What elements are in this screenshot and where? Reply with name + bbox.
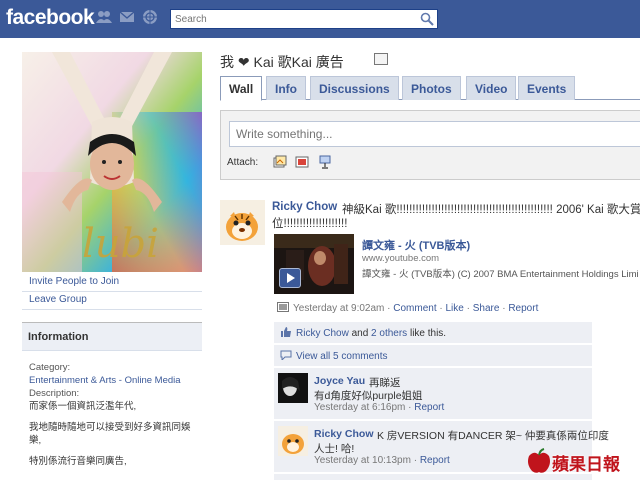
group-profile-picture[interactable]: lubi: [22, 52, 202, 272]
divider: [22, 309, 202, 310]
video-thumbnail[interactable]: [274, 234, 354, 294]
report-link[interactable]: Report: [508, 303, 538, 314]
comment-report-link[interactable]: Report: [414, 402, 444, 413]
comment-author-link[interactable]: Ricky Chow: [314, 428, 374, 440]
tab-video[interactable]: Video: [466, 76, 517, 100]
video-title-link[interactable]: 譚文雍 - 火 (TVB版本): [362, 237, 470, 253]
wall-composer: Attach:: [220, 110, 640, 180]
author-avatar[interactable]: [220, 200, 265, 245]
page-title: 我 ❤ Kai 歌Kai 廣告: [220, 54, 344, 70]
comment-text: 有d角度好似purple姐姐: [314, 390, 423, 402]
video-description: 譚文雍 - 火 (TVB版本) (C) 2007 BMA Entertainme…: [362, 269, 639, 280]
tab-photos[interactable]: Photos: [402, 76, 461, 100]
description-text: 我地隨時隨地可以接受到好多資訊同娛樂,: [29, 422, 191, 446]
comment-report-link[interactable]: Report: [420, 455, 450, 466]
apple-logo-icon: [528, 448, 550, 473]
leave-group-link[interactable]: Leave Group: [29, 294, 87, 305]
facebook-logo[interactable]: facebook: [6, 6, 95, 30]
comment-text: 人士! 哈!: [314, 443, 355, 455]
search-box: [170, 9, 438, 29]
divider: [22, 291, 202, 292]
view-all-comments-link[interactable]: View all 5 comments: [296, 351, 388, 362]
top-icons: [96, 9, 158, 25]
messages-icon[interactable]: [119, 9, 135, 25]
story-author-link[interactable]: Ricky Chow: [272, 201, 337, 213]
search-icon[interactable]: [420, 12, 434, 26]
like-link[interactable]: Like: [446, 303, 464, 314]
story-timestamp[interactable]: Yesterday at 9:02am: [293, 303, 384, 314]
story-meta: Yesterday at 9:02am · Comment · Like · S…: [277, 302, 538, 314]
category-value-link[interactable]: Entertainment & Arts - Online Media: [29, 374, 195, 387]
thumbs-up-icon: [281, 327, 291, 337]
category-label: Category:: [29, 362, 71, 373]
view-all-comments[interactable]: View all 5 comments: [274, 345, 592, 367]
tab-wall[interactable]: Wall: [220, 76, 263, 101]
attach-video-icon[interactable]: [295, 155, 309, 169]
description-text: 而家係一個資訊泛濫年代,: [29, 401, 137, 412]
video-domain: www.youtube.com: [362, 253, 440, 264]
svg-text:lubi: lubi: [82, 221, 159, 267]
page-type-icon: [374, 53, 388, 65]
video-type-icon: [277, 302, 289, 312]
story-text: 位!!!!!!!!!!!!!!!!!!!!: [272, 218, 348, 230]
attach-label: Attach:: [227, 157, 259, 168]
attach-link-icon[interactable]: [318, 155, 332, 169]
description-text: 特別係流行音樂同廣告,: [29, 456, 127, 467]
play-button[interactable]: [279, 268, 301, 288]
search-input[interactable]: [171, 10, 416, 28]
comment-text: K 房VERSION 有DANCER 架~ 仲要真係兩位印度: [377, 430, 609, 442]
commenter-avatar[interactable]: [278, 373, 308, 403]
tab-info[interactable]: Info: [266, 76, 306, 100]
share-link[interactable]: Share: [473, 303, 500, 314]
watermark-text: 蘋果日報: [552, 455, 620, 474]
others-link[interactable]: 2 others: [371, 328, 407, 339]
comment-timestamp: Yesterday at 10:13pm: [314, 455, 411, 466]
top-navigation-bar: facebook: [0, 0, 640, 38]
tab-discussions[interactable]: Discussions: [310, 76, 399, 100]
newspaper-watermark: 蘋果日報: [524, 446, 636, 476]
comment-link[interactable]: Comment: [393, 303, 436, 314]
comment-timestamp: Yesterday at 6:16pm: [314, 402, 406, 413]
information-heading: Information: [22, 323, 202, 351]
tab-bar: Wall Info Discussions Photos Video Event…: [220, 76, 640, 101]
story-text: 神級Kai 歌!!!!!!!!!!!!!!!!!!!!!!!!!!!!!!!!!…: [342, 204, 640, 216]
liker-link[interactable]: Ricky Chow: [296, 328, 349, 339]
comment-author-link[interactable]: Joyce Yau: [314, 375, 365, 387]
tab-events[interactable]: Events: [518, 76, 576, 100]
likes-summary: Ricky Chow and 2 others like this.: [274, 322, 592, 344]
information-box: Information Category: Entertainment & Ar…: [22, 322, 202, 480]
write-something-input[interactable]: [229, 121, 640, 147]
friend-requests-icon[interactable]: [96, 9, 112, 25]
comment-item: Joyce Yau 再睇返 有d角度好似purple姐姐 Yesterday a…: [274, 368, 592, 420]
comment-bubble-icon: [280, 350, 292, 360]
commenter-avatar[interactable]: [278, 426, 308, 456]
attach-photo-icon[interactable]: [273, 155, 287, 169]
description-label: Description:: [29, 388, 80, 399]
notifications-icon[interactable]: [142, 9, 158, 25]
invite-people-link[interactable]: Invite People to Join: [29, 276, 119, 287]
